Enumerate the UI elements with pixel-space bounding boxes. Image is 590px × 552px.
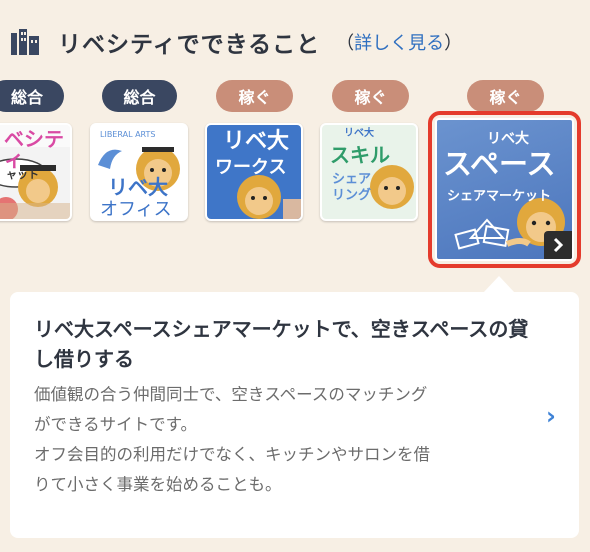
link-paren-open: （ <box>336 33 355 54</box>
thumb-label: リベ大 <box>223 129 290 154</box>
service-thumb-liberty-space-market[interactable]: リベ大 スペース シェアマーケット <box>435 118 574 261</box>
detail-desc-line: りて小さく事業を始めることも。 <box>34 475 282 494</box>
thumb-label: リベ大 <box>108 175 168 199</box>
section-title: リベシティでできること <box>58 32 321 58</box>
category-badge: 総合 <box>0 80 64 112</box>
category-badge: 総合 <box>102 80 177 112</box>
service-thumb-liberty-office[interactable]: LIBERAL ARTS リベ大 オフィス <box>90 123 188 221</box>
service-thumb-liberty-works[interactable]: リベ大 ワークス <box>205 123 303 221</box>
details-link[interactable]: 詳しく見る <box>354 29 444 55</box>
service-detail-card[interactable]: リベ大スペースシェアマーケットで、空きスペースの貸し借りする 価値観の合う仲間同… <box>10 292 579 538</box>
thumb-label: ベシティ <box>4 127 64 171</box>
detail-desc-line: オフ会目的の利用だけでなく、キッチンやサロンを借 <box>34 445 430 464</box>
chevron-right-icon[interactable]: › <box>546 402 556 430</box>
detail-title: リベ大スペースシェアマーケットで、空きスペースの貸し借りする <box>34 317 529 371</box>
next-arrow-icon[interactable] <box>544 231 572 259</box>
thumb-label: スペース <box>443 147 556 181</box>
thumb-label: オフィス <box>100 199 172 220</box>
service-thumb-liberty-skill-sharing[interactable]: リベ大 スキル シェア リング <box>320 123 418 221</box>
category-badge: 稼ぐ <box>332 80 409 112</box>
section-header: リベシティでできること （ 詳しく見る ） <box>10 26 462 58</box>
thumb-label: リベ大 <box>344 128 374 139</box>
detail-desc-line: 価値観の合う仲間同士で、空きスペースのマッチング <box>34 385 428 404</box>
card-pointer <box>483 276 515 293</box>
thumb-label: スキル <box>330 143 390 167</box>
thumb-label: ワークス <box>215 157 287 178</box>
thumb-label: リベ大 <box>487 131 529 147</box>
thumb-label: シェアマーケット <box>447 189 552 204</box>
thumb-label: LIBERAL ARTS <box>100 130 156 139</box>
service-thumb-liberty-chat[interactable]: ベシティ ャット <box>0 123 72 221</box>
thumb-label: リング <box>332 188 372 203</box>
category-badge: 稼ぐ <box>467 80 544 112</box>
detail-description: 価値観の合う仲間同士で、空きスペースのマッチング ができるサイトです。 オフ会目… <box>34 380 534 500</box>
thumb-label: シェア <box>332 172 372 187</box>
detail-desc-line: ができるサイトです。 <box>34 415 198 434</box>
thumb-label: ャット <box>6 168 39 181</box>
link-paren-close: ） <box>444 33 463 54</box>
category-badge: 稼ぐ <box>216 80 293 112</box>
building-icon <box>10 29 40 55</box>
